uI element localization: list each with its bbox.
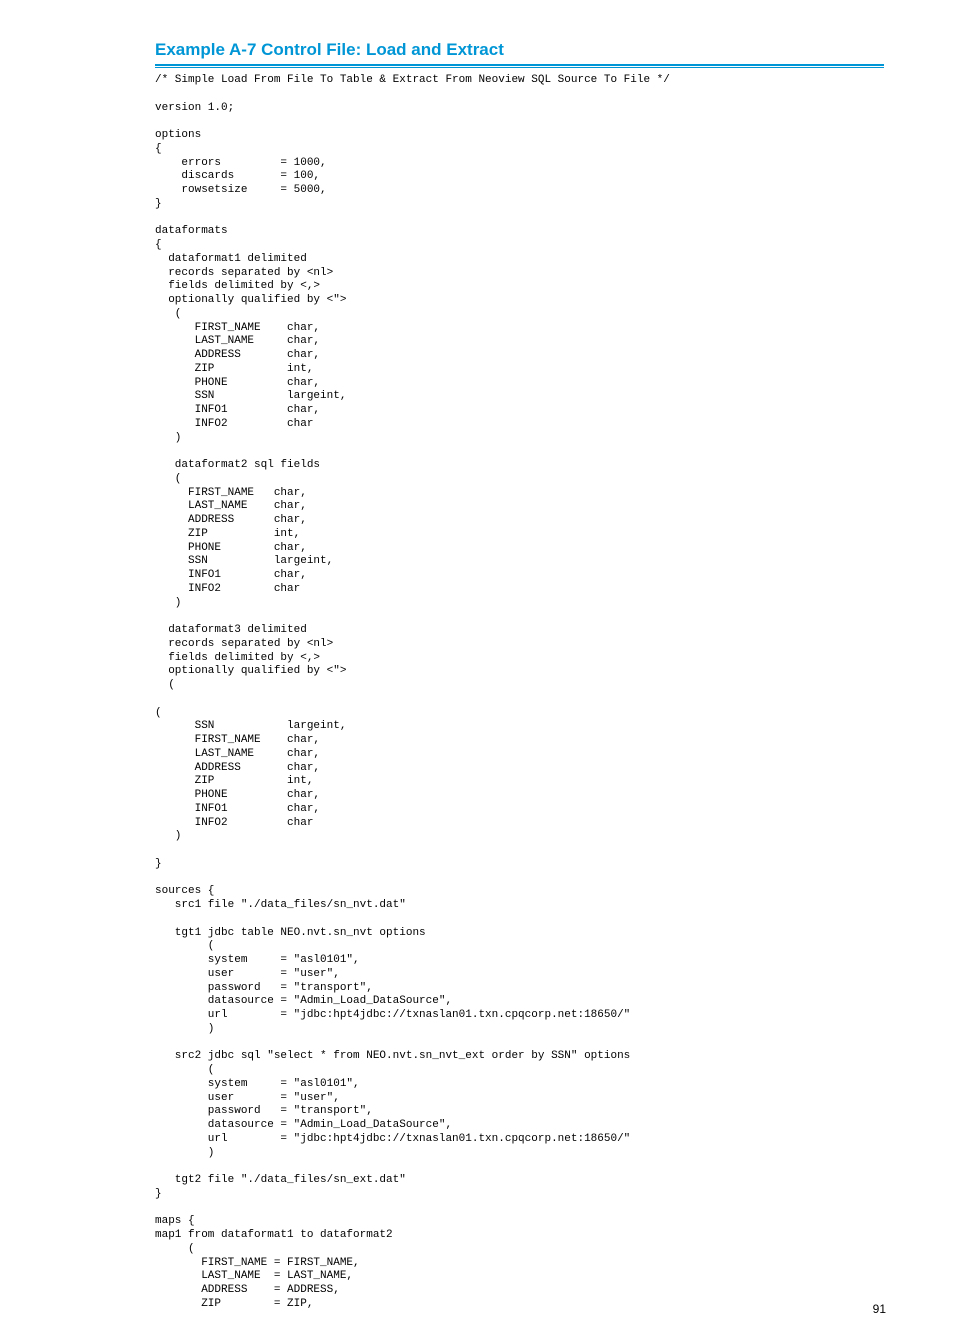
page: Example A-7 Control File: Load and Extra… [0,0,954,1342]
page-number: 91 [873,1302,886,1316]
code-block: /* Simple Load From File To Table & Extr… [155,74,884,1312]
example-heading: Example A-7 Control File: Load and Extra… [155,40,884,60]
heading-rule-top [155,64,884,66]
heading-rule-bottom [155,67,884,68]
